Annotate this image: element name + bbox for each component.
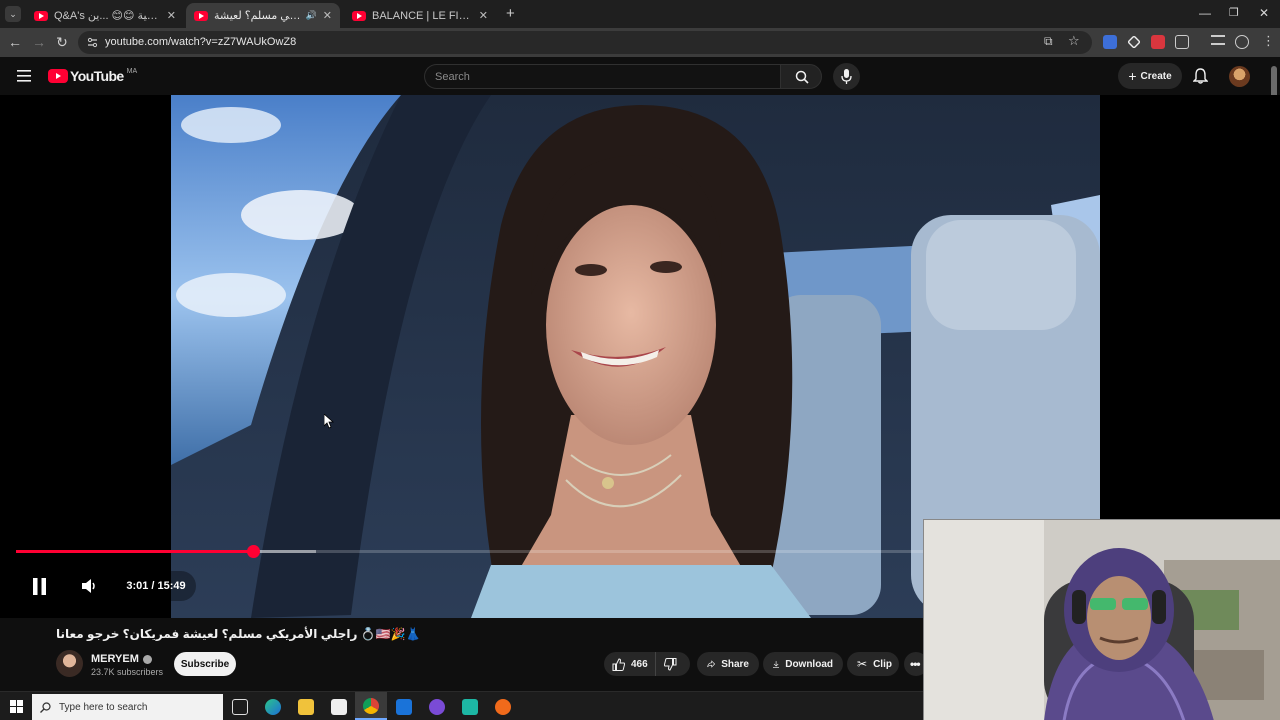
webcam-image xyxy=(924,520,1280,720)
pdf-extension-icon[interactable] xyxy=(1151,35,1165,49)
create-label: Create xyxy=(1140,70,1172,82)
pause-icon[interactable] xyxy=(32,578,47,595)
microphone-icon xyxy=(841,69,852,84)
thumbs-up-icon xyxy=(612,657,625,671)
notifications-bell-icon[interactable] xyxy=(1193,68,1208,84)
youtube-logo-text: YouTube xyxy=(70,68,124,84)
search-button[interactable] xyxy=(780,64,822,89)
time-display: 3:01 / 15:49 xyxy=(116,571,196,601)
site-info-icon[interactable] xyxy=(86,36,99,49)
subscribe-button[interactable]: Subscribe xyxy=(174,652,236,676)
restore-window-icon[interactable]: ❐ xyxy=(1229,6,1239,19)
search-input[interactable]: Search xyxy=(424,64,781,89)
minimize-window-icon[interactable]: — xyxy=(1199,6,1211,20)
verified-badge-icon xyxy=(142,654,152,664)
scissors-icon: ✂ xyxy=(857,657,868,671)
tab-label: راجلي الأمريكي مسلم؟ لعيشة... xyxy=(214,10,302,22)
extension-icon[interactable] xyxy=(1127,35,1141,49)
channel-name-row[interactable]: MERYEM xyxy=(91,653,152,665)
tab-current-video[interactable]: راجلي الأمريكي مسلم؟ لعيشة... 🔊 ✕ xyxy=(186,3,340,28)
close-tab-icon[interactable]: ✕ xyxy=(479,9,488,22)
clip-label: Clip xyxy=(873,658,892,670)
clip-button[interactable]: ✂ Clip xyxy=(847,652,899,676)
time-current: 3:01 xyxy=(126,580,149,592)
dislike-button[interactable] xyxy=(656,657,677,671)
create-button[interactable]: + Create xyxy=(1118,63,1182,89)
subscriber-count: 23.7K subscribers xyxy=(91,667,164,677)
app-icon[interactable] xyxy=(495,699,511,715)
browser-tab-strip: ⌄ Q&A's إ[العلاقة الصحية 😊😊 ...ين ✕ راجل… xyxy=(0,0,1280,28)
youtube-play-logo-icon xyxy=(48,69,68,83)
tab-balance-film[interactable]: BALANCE | LE FILM | MON TOU ✕ xyxy=(344,3,496,28)
region-code: MA xyxy=(126,67,138,75)
forward-icon[interactable]: → xyxy=(31,34,47,50)
browser-toolbar: ← → ↻ youtube.com/watch?v=zZ7WAUkOwZ8 ⧉ … xyxy=(0,28,1280,57)
install-app-icon[interactable]: ⧉ xyxy=(1044,34,1053,49)
tab-label: BALANCE | LE FILM | MON TOU xyxy=(372,9,473,22)
microsoft-store-icon[interactable] xyxy=(331,699,347,715)
reload-icon[interactable]: ↻ xyxy=(54,34,70,50)
windows-start-icon[interactable] xyxy=(10,700,23,713)
voice-search-button[interactable] xyxy=(833,63,860,90)
tab-label: Q&A's إ[العلاقة الصحية 😊😊 ...ين xyxy=(54,10,161,22)
file-explorer-icon[interactable] xyxy=(298,699,314,715)
task-view-icon[interactable] xyxy=(232,699,248,715)
youtube-header: YouTube MA Search + Create xyxy=(0,57,1280,95)
search-icon xyxy=(795,70,809,84)
mouse-cursor-icon xyxy=(324,414,334,429)
channel-avatar[interactable] xyxy=(56,650,83,677)
video-title: راجلي الأمريكي مسلم؟ لعيشة فمريكان؟ خرجو… xyxy=(56,627,421,641)
bookmark-star-icon[interactable]: ☆ xyxy=(1068,33,1080,49)
close-tab-icon[interactable]: ✕ xyxy=(167,9,176,22)
chrome-taskbar-button[interactable] xyxy=(355,692,387,720)
volume-icon[interactable] xyxy=(82,579,97,593)
youtube-favicon-icon xyxy=(352,10,366,21)
like-count: 466 xyxy=(631,658,648,670)
share-arrow-icon xyxy=(707,660,716,668)
share-button[interactable]: Share xyxy=(697,652,759,676)
url-text: youtube.com/watch?v=zZ7WAUkOwZ8 xyxy=(105,36,297,48)
address-bar[interactable]: youtube.com/watch?v=zZ7WAUkOwZ8 ⧉ ☆ xyxy=(78,31,1092,54)
close-tab-icon[interactable]: ✕ xyxy=(323,9,332,22)
channel-name[interactable]: MERYEM xyxy=(91,653,139,665)
download-label: Download xyxy=(785,658,833,670)
youtube-favicon-icon xyxy=(194,10,208,21)
hamburger-menu-icon[interactable] xyxy=(17,70,31,82)
new-tab-button[interactable]: + xyxy=(506,5,515,22)
youtube-favicon-icon xyxy=(34,10,48,21)
download-button[interactable]: Download xyxy=(763,652,843,676)
profile-icon[interactable] xyxy=(1235,35,1249,49)
like-dislike-group: 466 xyxy=(604,652,690,676)
media-controls-icon[interactable] xyxy=(1211,35,1225,45)
taskbar-search-box[interactable]: Type here to search xyxy=(32,694,223,720)
tab-search-icon[interactable]: ⌄ xyxy=(5,6,21,22)
share-label: Share xyxy=(721,658,749,670)
edge-browser-icon[interactable] xyxy=(265,699,281,715)
browser-menu-icon[interactable]: ⋮ xyxy=(1262,33,1275,49)
plus-icon: + xyxy=(1128,68,1137,84)
outlook-icon[interactable] xyxy=(396,699,412,715)
webcam-overlay xyxy=(923,519,1280,720)
thumbs-down-icon xyxy=(664,657,677,671)
audio-playing-icon[interactable]: 🔊 xyxy=(306,10,317,21)
account-avatar[interactable] xyxy=(1229,66,1250,87)
more-dots-icon: ••• xyxy=(910,657,921,671)
time-separator: / xyxy=(151,580,155,592)
progress-played xyxy=(16,550,254,553)
app-icon[interactable] xyxy=(462,699,478,715)
time-total: 15:49 xyxy=(157,580,186,592)
like-button[interactable]: 466 xyxy=(604,652,656,676)
close-window-icon[interactable]: ✕ xyxy=(1259,6,1269,20)
youtube-logo[interactable]: YouTube MA xyxy=(48,68,137,84)
tab-qa-video[interactable]: Q&A's إ[العلاقة الصحية 😊😊 ...ين ✕ xyxy=(26,3,184,28)
taskbar-search-placeholder: Type here to search xyxy=(59,701,148,713)
translate-extension-icon[interactable] xyxy=(1103,35,1117,49)
search-placeholder: Search xyxy=(435,71,470,83)
chrome-icon xyxy=(363,698,379,714)
extensions-puzzle-icon[interactable] xyxy=(1175,35,1189,49)
taskbar-search-icon xyxy=(40,701,51,713)
app-icon[interactable] xyxy=(429,699,445,715)
download-icon xyxy=(773,660,780,668)
back-icon[interactable]: ← xyxy=(7,34,23,50)
